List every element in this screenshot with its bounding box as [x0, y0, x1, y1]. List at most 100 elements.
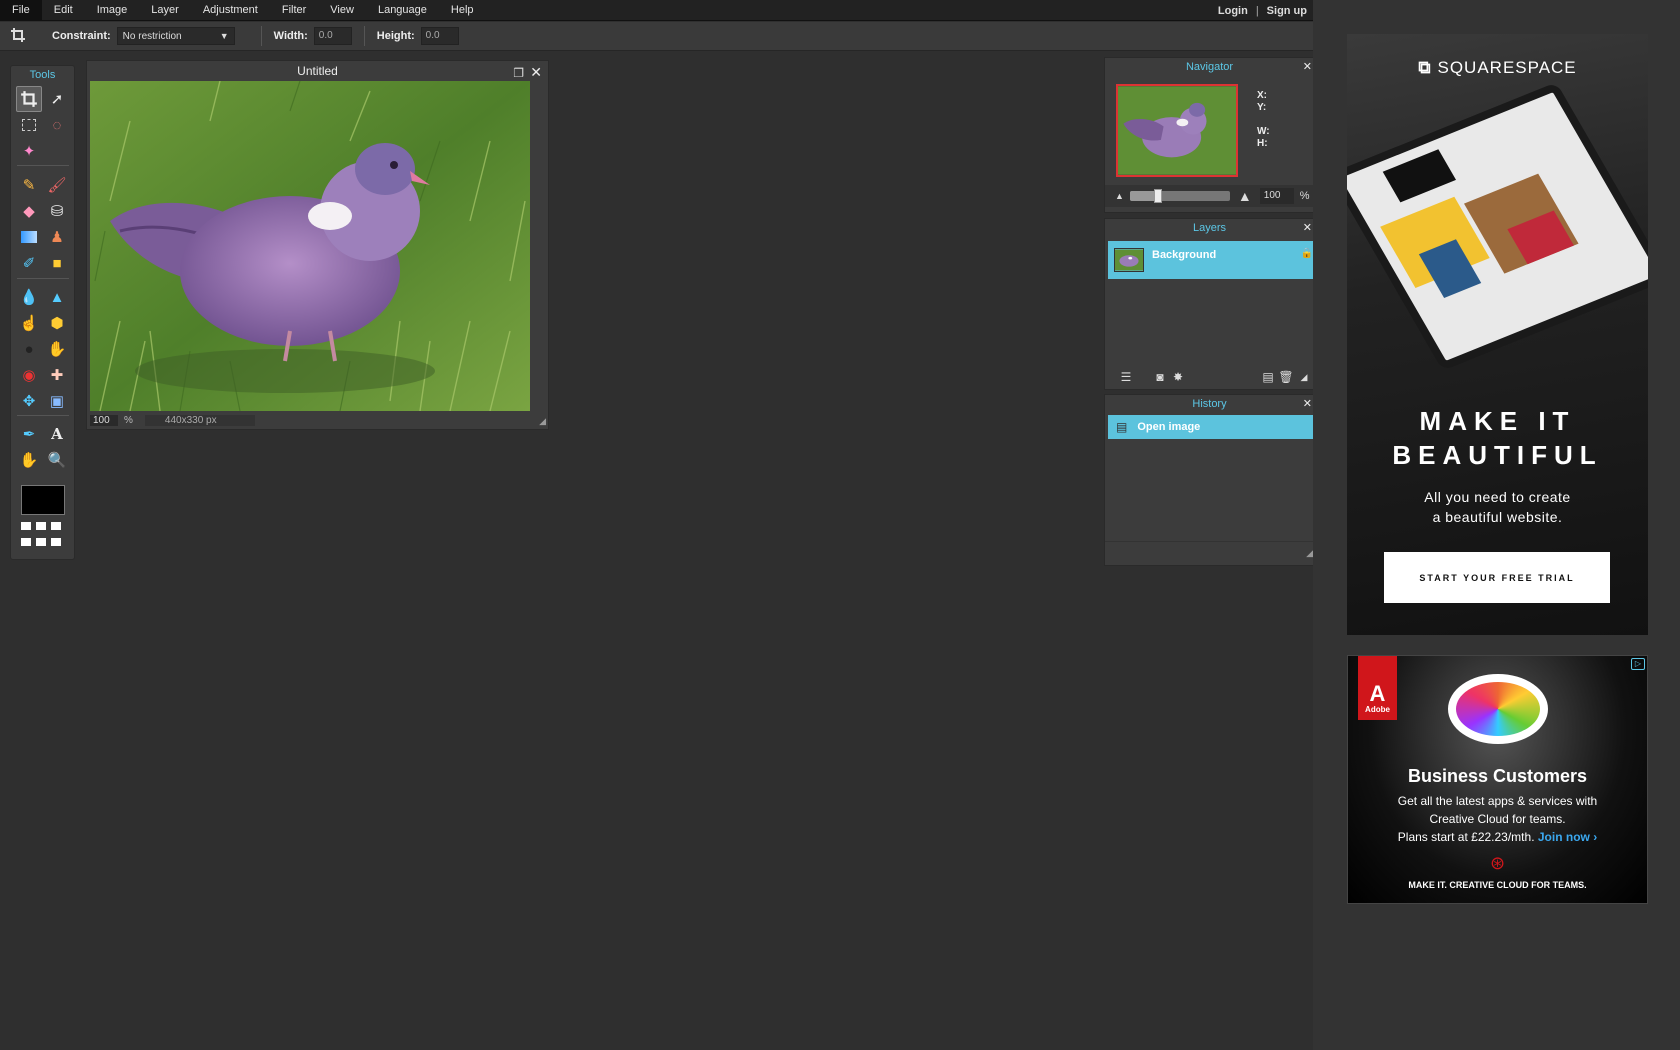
image-canvas[interactable]	[90, 81, 530, 411]
menu-help[interactable]: Help	[439, 0, 486, 21]
smudge-tool-icon[interactable]: ☝	[16, 310, 42, 336]
dodge-tool-icon[interactable]: ✋	[44, 336, 70, 362]
burn-tool-icon[interactable]: ●	[16, 336, 42, 362]
constraint-select[interactable]: No restriction ▼	[116, 27, 235, 45]
close-icon[interactable]: ✕	[530, 62, 542, 82]
join-now-link[interactable]: Join now ›	[1538, 830, 1597, 844]
pigeon-photo	[90, 81, 530, 411]
restore-window-icon[interactable]: ❐	[513, 63, 524, 83]
collapse-icon[interactable]: ✕	[1303, 219, 1312, 237]
layer-mask-icon[interactable]: ◙	[1151, 368, 1169, 386]
history-item-label: Open image	[1137, 421, 1201, 433]
zoom-in-icon[interactable]: ▲	[1238, 188, 1252, 204]
trash-icon[interactable]: 🗑	[1277, 368, 1295, 386]
sharpen-tool-icon[interactable]: ▲	[44, 284, 70, 310]
squarespace-logo: ⧉ SQUARESPACE	[1347, 58, 1648, 78]
collapse-icon[interactable]: ✕	[1303, 395, 1312, 413]
red-eye-tool-icon[interactable]: ◉	[16, 362, 42, 388]
blur-tool-icon[interactable]: 💧	[16, 284, 42, 310]
width-input[interactable]: 0.0	[313, 27, 352, 45]
zoom-input[interactable]: 100	[90, 414, 118, 426]
y-label: Y:	[1257, 102, 1267, 113]
adchoices-icon[interactable]: ▷	[1631, 658, 1645, 670]
history-item[interactable]: ▤ Open image	[1108, 415, 1315, 439]
move-tool-icon[interactable]: ➚	[44, 86, 70, 112]
adobe-ad[interactable]: A Adobe ▷ Business Customers Get all the…	[1347, 655, 1648, 904]
history-footer: ◢	[1105, 541, 1315, 565]
document-statusbar: 100 % 440x330 px	[90, 413, 545, 427]
brush-tool-icon[interactable]: 🖌	[44, 172, 70, 198]
zoom-slider[interactable]	[1129, 189, 1230, 203]
options-divider	[363, 26, 365, 46]
resize-grip-icon[interactable]: ◢	[1295, 368, 1313, 386]
menu-image[interactable]: Image	[85, 0, 140, 21]
tool-divider	[17, 165, 69, 166]
pencil-tool-icon[interactable]: ✎	[16, 172, 42, 198]
foreground-color-swatch[interactable]	[21, 485, 65, 515]
resize-grip-icon[interactable]: ◢	[1306, 548, 1313, 559]
zoom-tool-icon[interactable]: 🔍	[44, 447, 70, 473]
zoom-slider-handle[interactable]	[1153, 189, 1162, 203]
options-bar: Constraint: No restriction ▼ Width: 0.0 …	[0, 22, 1313, 51]
new-layer-icon[interactable]: ▤	[1259, 368, 1277, 386]
bloat-tool-icon[interactable]: ✥	[16, 388, 42, 414]
menu-view[interactable]: View	[318, 0, 366, 21]
layer-effects-icon[interactable]: ✸	[1169, 368, 1187, 386]
color-replace-icon[interactable]: ✐	[16, 250, 42, 276]
ad-headline: MAKE IT BEAUTIFUL	[1392, 406, 1603, 470]
bucket-tool-icon[interactable]: ⛁	[44, 198, 70, 224]
ad-subtext: All you need to create a beautiful websi…	[1424, 489, 1571, 525]
menu-adjustment[interactable]: Adjustment	[191, 0, 270, 21]
stamp-tool-icon[interactable]: ♟	[44, 224, 70, 250]
squarespace-ad[interactable]: ⧉ SQUARESPACE MAKE IT BEAUTIFUL All you n…	[1347, 34, 1648, 635]
x-label: X:	[1257, 90, 1267, 101]
ad2-line3-wrap: Plans start at £22.23/mth. Join now ›	[1348, 828, 1647, 846]
navigator-zoom-input[interactable]: 100	[1259, 188, 1294, 204]
document-titlebar[interactable]: Untitled ❐ ✕	[87, 61, 548, 81]
constraint-label: Constraint:	[52, 30, 111, 42]
free-trial-button[interactable]: START YOUR FREE TRIAL	[1384, 552, 1610, 603]
document-window: Untitled ❐ ✕ 100 % 440x330 px ◢	[86, 60, 549, 430]
marquee-tool-icon[interactable]	[16, 112, 42, 138]
shape-tool-icon[interactable]: ■	[44, 250, 70, 276]
tools-panel: Tools ➚ ◌ ✦ ✎ 🖌 ◆ ⛁ ♟ ✐ ■ 💧 ▲ ☝ ⬢ ● ✋ ◉ …	[10, 65, 75, 560]
login-link[interactable]: Login	[1212, 5, 1254, 17]
layer-name: Background	[1152, 249, 1217, 261]
layers-titlebar: Layers ✕	[1105, 219, 1314, 237]
crop-tool-icon	[10, 27, 26, 46]
signup-link[interactable]: Sign up	[1261, 5, 1313, 17]
menu-file[interactable]: File	[0, 0, 42, 21]
squarespace-brand: SQUARESPACE	[1437, 58, 1577, 77]
pinch-tool-icon[interactable]: ▣	[44, 388, 70, 414]
eraser-tool-icon[interactable]: ◆	[16, 198, 42, 224]
zoom-unit: %	[124, 414, 133, 426]
menu-layer[interactable]: Layer	[139, 0, 191, 21]
text-tool-icon[interactable]: A	[44, 421, 70, 447]
magic-wand-icon[interactable]: ✦	[16, 138, 42, 164]
image-dimensions: 440x330 px	[144, 414, 255, 426]
grid-view-icon[interactable]	[21, 522, 65, 550]
hand-tool-icon[interactable]: ✋	[16, 447, 42, 473]
layer-styles-icon[interactable]: ☰	[1117, 368, 1135, 386]
navigator-thumbnail[interactable]	[1116, 84, 1238, 177]
color-picker-icon[interactable]: ✒	[16, 421, 42, 447]
crop-tool-icon[interactable]	[16, 86, 42, 112]
squarespace-logo-icon: ⧉	[1418, 58, 1432, 77]
resize-grip-icon[interactable]: ◢	[539, 416, 546, 427]
gradient-tool-icon[interactable]	[16, 224, 42, 250]
height-input[interactable]: 0.0	[420, 27, 459, 45]
auth-links: Login | Sign up	[1212, 0, 1313, 21]
zoom-out-icon[interactable]: ▲	[1115, 191, 1124, 201]
spot-heal-icon[interactable]: ✚	[44, 362, 70, 388]
menu-edit[interactable]: Edit	[42, 0, 85, 21]
tools-title: Tools	[29, 69, 56, 81]
collapse-icon[interactable]: ✕	[1303, 58, 1312, 76]
w-label: W:	[1257, 126, 1270, 137]
menu-bar: File Edit Image Layer Adjustment Filter …	[0, 0, 1313, 21]
lasso-tool-icon[interactable]: ◌	[44, 112, 70, 138]
menu-filter[interactable]: Filter	[270, 0, 318, 21]
menu-language[interactable]: Language	[366, 0, 439, 21]
sponge-tool-icon[interactable]: ⬢	[44, 310, 70, 336]
layer-toolbar: ☰ ◙ ✸ ▤ 🗑 ◢	[1105, 365, 1315, 389]
layer-row[interactable]: Background 🔒	[1108, 241, 1315, 279]
